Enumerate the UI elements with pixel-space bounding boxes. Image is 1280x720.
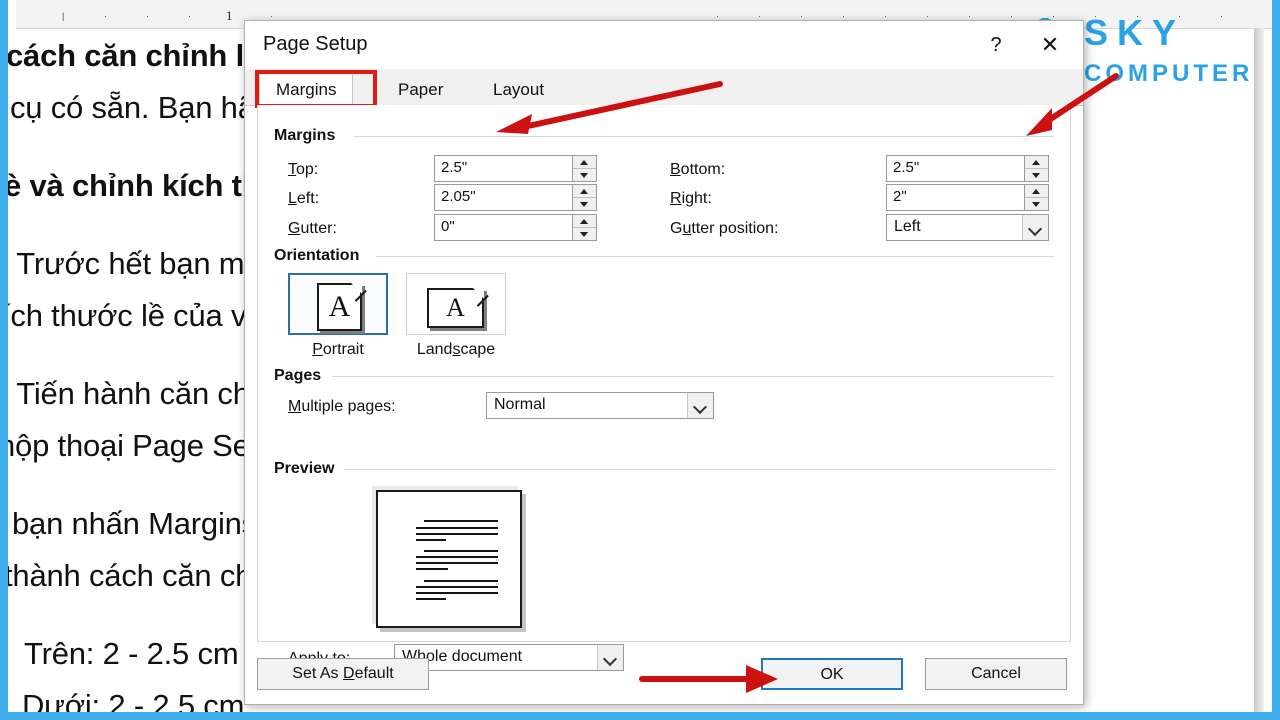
set-as-default-button[interactable]: Set As Default [257,658,429,690]
screenshot-root: | · · · 1 · · · · · · · · · · · · · · cá… [0,0,1280,720]
gutter-value: 0" [441,218,455,235]
right-margin-spin-down-icon[interactable] [1025,198,1048,210]
gutter-spin-up-icon[interactable] [573,215,596,228]
right-margin-spin-up-icon[interactable] [1025,185,1048,198]
preview-text-line [424,520,498,522]
landscape-page-icon: A [427,284,489,328]
gutter-spin-down-icon[interactable] [573,228,596,240]
right-margin-input[interactable]: 2" [886,184,1049,211]
orientation-landscape-option[interactable]: A [406,273,506,335]
preview-text-line [416,533,498,535]
preview-text-line [416,539,446,541]
dialog-tabstrip: Margins Paper Layout [245,69,1083,108]
margins-tab-panel: Margins Top: 2.5" Bottom: 2.5" Left: 2.0… [257,105,1071,671]
gutter-position-label: Gutter position: [670,220,779,237]
ok-button[interactable]: OK [761,658,903,690]
preview-text-line [416,592,498,594]
bottom-margin-input[interactable]: 2.5" [886,155,1049,182]
preview-group-label: Preview [274,460,342,478]
top-margin-label: Top: [288,161,319,178]
dialog-titlebar[interactable]: Page Setup ? ✕ [245,21,1083,69]
preview-text-line [416,598,446,600]
right-margin-spinner[interactable] [1024,185,1048,210]
right-margin-value: 2" [893,188,907,205]
close-icon[interactable]: ✕ [1033,29,1067,61]
bottom-margin-value: 2.5" [893,159,920,176]
preview-text-line [416,562,498,564]
left-margin-spin-up-icon[interactable] [573,185,596,198]
chevron-down-icon[interactable] [1022,215,1048,240]
gutter-label: Gutter: [288,220,337,237]
gutter-position-value: Left [894,218,921,235]
bottom-margin-label: Bottom: [670,161,726,178]
cancel-button[interactable]: Cancel [925,658,1067,690]
orientation-portrait-option[interactable]: A [288,273,388,335]
margins-group-label: Margins [274,127,343,145]
orientation-group-label: Orientation [274,247,367,265]
page-edge-shadow [1254,28,1264,712]
portrait-page-icon: A [317,279,367,331]
preview-text-line [424,550,498,552]
doc-line-text: Dưới: 2 - 2.5 cm [22,688,245,712]
preview-group-rule [344,469,1054,470]
chevron-down-icon[interactable] [597,645,623,670]
pages-group-label: Pages [274,367,329,385]
chevron-down-icon[interactable] [687,393,713,418]
multiple-pages-label: Multiple pages: [288,398,396,415]
dialog-title: Page Setup [263,33,368,55]
right-margin-label: Right: [670,190,712,207]
bottom-margin-spin-down-icon[interactable] [1025,169,1048,181]
preview-text-line [416,527,498,529]
left-margin-spinner[interactable] [572,185,596,210]
preview-text-line [416,556,498,558]
orientation-portrait-label: Portrait [312,341,364,358]
ruler-number-1: 1 [226,8,233,23]
bottom-margin-spinner[interactable] [1024,156,1048,181]
preview-text-line [424,580,498,582]
pages-group-rule [332,376,1054,377]
tab-margins[interactable]: Margins [259,72,354,105]
top-margin-spin-down-icon[interactable] [573,169,596,181]
left-margin-input[interactable]: 2.05" [434,184,597,211]
margins-group-rule [354,136,1054,137]
gutter-input[interactable]: 0" [434,214,597,241]
left-margin-value: 2.05" [441,188,476,205]
orientation-group-rule [376,256,1054,257]
tab-paper[interactable]: Paper [381,72,461,105]
gutter-spinner[interactable] [572,215,596,240]
preview-text-line [416,568,448,570]
top-margin-spinner[interactable] [572,156,596,181]
multiple-pages-value: Normal [494,396,546,413]
bottom-margin-spin-up-icon[interactable] [1025,156,1048,169]
preview-text-line [416,586,498,588]
top-margin-value: 2.5" [441,159,468,176]
multiple-pages-select[interactable]: Normal [486,392,714,419]
left-margin-spin-down-icon[interactable] [573,198,596,210]
page-setup-dialog: Page Setup ? ✕ Margins Paper Layout Marg… [244,20,1084,705]
left-margin-label: Left: [288,190,320,207]
gutter-position-select[interactable]: Left [886,214,1049,241]
top-margin-input[interactable]: 2.5" [434,155,597,182]
top-margin-spin-up-icon[interactable] [573,156,596,169]
tab-layout[interactable]: Layout [476,72,562,105]
set-as-default-label: Set As Default [292,665,394,682]
orientation-landscape-label: Landscape [416,341,496,358]
page-preview [376,490,522,628]
help-icon[interactable]: ? [979,29,1013,61]
doc-line-text: Trên: 2 - 2.5 cm [24,636,239,671]
